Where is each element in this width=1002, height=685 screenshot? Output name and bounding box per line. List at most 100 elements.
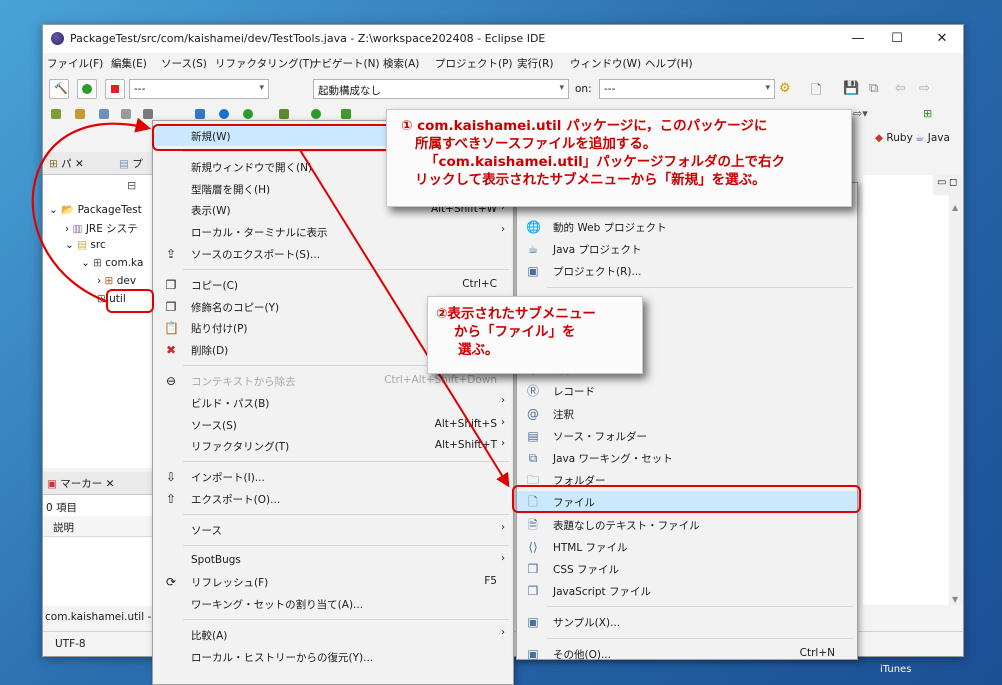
step2-callout: ②表示されたサブメニュー から「ファイル」を 選ぶ。 <box>427 296 643 374</box>
submenu-item-14[interactable]: 🗎 表題なしのテキスト・ファイル <box>517 514 857 536</box>
submenu-item-21[interactable]: ▣ その他(O)... Ctrl+N <box>517 643 857 665</box>
save-icon[interactable]: 💾 <box>843 81 859 96</box>
context-menu-item-28[interactable]: ローカル・ヒストリーからの復元(Y)... <box>153 646 513 667</box>
context-menu-item-25[interactable]: ワーキング・セットの割り当て(A)... <box>153 593 513 614</box>
submenu-item-8[interactable]: Ⓡ レコード <box>517 380 857 402</box>
stop-button[interactable] <box>105 79 125 99</box>
submenu-item-17[interactable]: ❒ JavaScript ファイル <box>517 580 857 602</box>
submenu-item-9[interactable]: @ 注釈 <box>517 403 857 425</box>
context-menu-item-6[interactable]: ⇪ ソースのエクスポート(S)... <box>153 243 513 264</box>
context-menu-item-14[interactable]: ビルド・パス(B) › <box>153 392 513 413</box>
submenu-item-2[interactable]: ▣ プロジェクト(R)... <box>517 260 857 282</box>
menu-2[interactable]: ソース(S) <box>161 56 207 71</box>
chevron-icon[interactable]: ⌄ <box>81 257 93 269</box>
menu-item-label: インポート(I)... <box>191 472 265 485</box>
markers-column-header[interactable]: 説明 <box>43 516 155 537</box>
tab-project-explorer[interactable]: ▤ プ <box>119 156 143 171</box>
submenu-item-15[interactable]: ⟨⟩ HTML ファイル <box>517 536 857 558</box>
submenu-item-0[interactable]: 🌐 動的 Web プロジェクト <box>517 216 857 238</box>
minimize-view-icon[interactable]: ▭ <box>937 177 946 188</box>
toolbar-icon-6[interactable] <box>195 109 205 119</box>
forward-icon[interactable]: ⇨ <box>919 81 930 96</box>
menu-1[interactable]: 編集(E) <box>111 56 147 71</box>
close-button[interactable]: ✕ <box>933 30 951 48</box>
open-perspective-icon[interactable]: ⊞ <box>923 107 932 120</box>
toolbar-icon-7[interactable] <box>219 109 229 119</box>
submenu-item-16[interactable]: ❒ CSS ファイル <box>517 558 857 580</box>
context-menu-item-8[interactable]: ❐ コピー(C) Ctrl+C <box>153 274 513 295</box>
submenu-arrow-icon: › <box>501 521 505 533</box>
menu-9[interactable]: ヘルプ(H) <box>645 56 693 71</box>
menu-8[interactable]: ウィンドウ(W) <box>570 56 641 71</box>
perspective-ruby[interactable]: ◆ Ruby <box>875 132 913 144</box>
submenu-item-11[interactable]: ⧉ Java ワーキング・セット <box>517 447 857 469</box>
run-button[interactable] <box>77 79 97 99</box>
menu-6[interactable]: プロジェクト(P) <box>435 56 513 71</box>
tree-item-package[interactable]: ⌄ ⊞ com.ka <box>81 257 143 275</box>
toolbar-icon-10[interactable] <box>311 109 321 119</box>
ruby-icon: ◆ <box>875 132 884 144</box>
menu-5[interactable]: 検索(A) <box>383 56 419 71</box>
context-menu-item-23[interactable]: SpotBugs › <box>153 550 513 571</box>
desktop-itunes-label[interactable]: iTunes <box>880 664 911 675</box>
gear-icon[interactable]: ⚙ <box>779 81 791 96</box>
context-menu-item-21[interactable]: ソース › <box>153 519 513 540</box>
chevron-icon[interactable]: › <box>97 275 105 287</box>
perspective-java[interactable]: ☕ Java <box>915 132 950 144</box>
toolbar-icon-5[interactable] <box>143 109 153 119</box>
collapse-all-icon[interactable]: ⊟ <box>127 179 136 192</box>
launch-mode-combo[interactable]: --- ▾ <box>129 79 269 99</box>
submenu-item-1[interactable]: ☕ Java プロジェクト <box>517 238 857 260</box>
save-all-icon[interactable]: ⧉ <box>869 81 878 96</box>
submenu-item-label: JavaScript ファイル <box>553 586 651 599</box>
on-label: on: <box>575 83 592 95</box>
context-menu-item-27[interactable]: 比較(A) › <box>153 624 513 645</box>
chevron-icon[interactable]: ⌄ <box>65 239 77 251</box>
context-menu-item-19[interactable]: ⇧ エクスポート(O)... <box>153 488 513 509</box>
launch-target-combo[interactable]: --- ▾ <box>599 79 775 99</box>
scroll-up-icon[interactable]: ▲ <box>952 203 958 212</box>
toolbar-icon-2[interactable] <box>75 109 85 119</box>
tab-package-explorer[interactable]: ⊞ パ ✕ <box>49 156 84 171</box>
context-menu-item-16[interactable]: リファクタリング(T) Alt+Shift+T › <box>153 435 513 456</box>
toolbar-icon-9[interactable] <box>279 109 289 119</box>
menu-4[interactable]: ナビゲート(N) <box>311 56 380 71</box>
back-icon[interactable]: ⇦ <box>895 81 906 96</box>
close-tab-icon[interactable]: ✕ <box>106 478 115 490</box>
toolbar-icon-11[interactable] <box>341 109 351 119</box>
editor-scrollbar[interactable]: ▲ ▼ <box>949 195 963 605</box>
tree-item-jre[interactable]: › ▥ JRE システ <box>65 221 138 239</box>
toolbar-icon-3[interactable] <box>99 109 109 119</box>
editor-tab-controls: ▭ ◻ <box>933 175 963 195</box>
submenu-arrow-icon: › <box>501 627 505 638</box>
chevron-icon[interactable]: ⌄ <box>49 204 61 216</box>
tab-markers[interactable]: ▣ マーカー ✕ <box>47 476 114 491</box>
close-tab-icon[interactable]: ✕ <box>75 158 84 170</box>
context-menu-item-15[interactable]: ソース(S) Alt+Shift+S › <box>153 414 513 435</box>
toolbar-icon-1[interactable] <box>51 109 61 119</box>
maximize-button[interactable]: ☐ <box>888 30 906 48</box>
submenu-item-10[interactable]: ▤ ソース・フォルダー <box>517 425 857 447</box>
toolbar-icon-4[interactable] <box>121 109 131 119</box>
launch-config-combo[interactable]: 起動構成なし ▾ <box>313 79 569 99</box>
new-file-icon[interactable]: 🗋 <box>811 81 821 103</box>
menu-7[interactable]: 実行(R) <box>517 56 554 71</box>
menu-3[interactable]: リファクタリング(T) <box>215 56 313 71</box>
minimize-button[interactable]: — <box>849 30 867 48</box>
forward-nav-icon[interactable]: ⇨▾ <box>853 107 868 120</box>
chevron-icon[interactable]: › <box>65 223 73 235</box>
context-menu-item-24[interactable]: ⟳ リフレッシュ(F) F5 <box>153 571 513 592</box>
context-menu-item-5[interactable]: ローカル・ターミナルに表示 › <box>153 221 513 242</box>
menu-item-accelerator: Ctrl+Alt+Shift+Down <box>384 374 497 386</box>
context-menu-item-18[interactable]: ⇩ インポート(I)... <box>153 466 513 487</box>
submenu-item-19[interactable]: ▣ サンプル(X)... <box>517 611 857 633</box>
scroll-down-icon[interactable]: ▼ <box>952 595 958 604</box>
tree-item-project[interactable]: ⌄ 📂 PackageTest <box>49 203 142 221</box>
menu-0[interactable]: ファイル(F) <box>47 56 103 71</box>
maximize-view-icon[interactable]: ◻ <box>949 177 957 188</box>
submenu-item-label: Java プロジェクト <box>553 244 642 257</box>
build-hammer-icon[interactable]: 🔨 <box>49 79 69 99</box>
tree-item-src[interactable]: ⌄ ▤ src <box>65 239 106 257</box>
step1-line-0: ① com.kaishamei.util パッケージに，このパッケージに <box>401 118 768 134</box>
toolbar-icon-8[interactable] <box>243 109 253 119</box>
